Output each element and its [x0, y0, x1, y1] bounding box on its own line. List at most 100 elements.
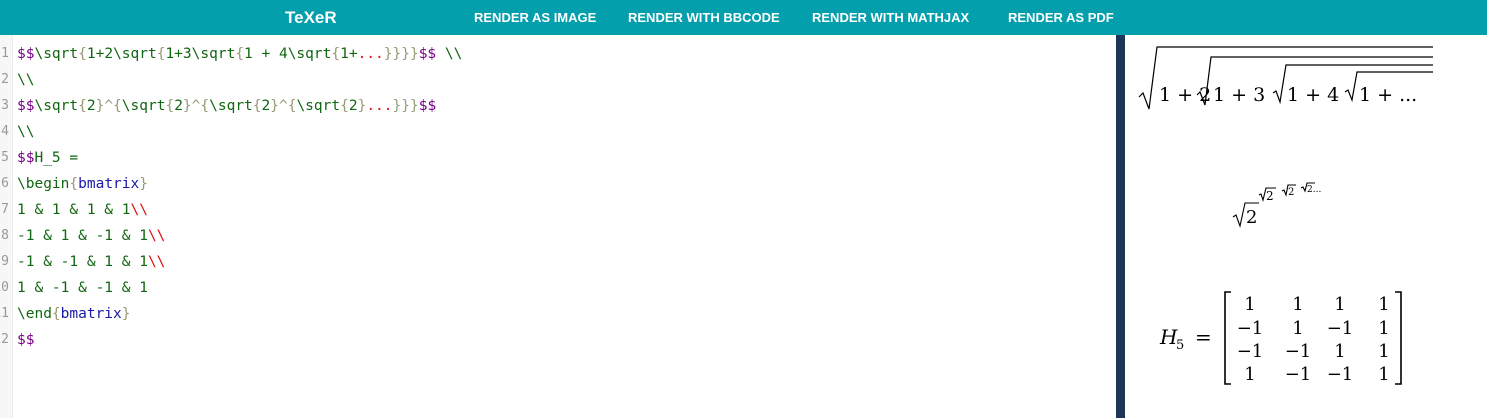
code-token: 1+2: [86, 46, 114, 62]
radicand-term-3: 1 + 4: [1287, 84, 1339, 106]
code-token: {: [331, 46, 341, 62]
code-line[interactable]: 12 $$: [0, 327, 1116, 353]
code-line[interactable]: 5 $$H_5 =: [0, 145, 1116, 171]
code-text: $$: [17, 327, 34, 353]
code-token: }^{: [270, 98, 297, 114]
matrix-cell: −1: [1285, 364, 1312, 385]
matrix-cell: 1: [1378, 318, 1389, 339]
matrix-cell: 1: [1244, 364, 1255, 385]
code-text: 1 & -1 & -1 & 1: [17, 275, 148, 301]
line-number: 10: [0, 280, 9, 295]
code-token: 1+: [340, 46, 358, 62]
code-token: \sqrt: [287, 46, 332, 62]
code-token: {: [78, 46, 87, 62]
code-token: $$: [17, 150, 35, 166]
pane-divider[interactable]: [1116, 35, 1125, 418]
line-number: 3: [1, 98, 9, 113]
code-token: 1 & 1 & 1 & 1: [17, 202, 131, 218]
code-line[interactable]: 11 \end{bmatrix}: [0, 301, 1116, 327]
line-number: 2: [1, 72, 9, 87]
code-token: {: [235, 46, 245, 62]
code-token: {: [51, 306, 61, 322]
code-text: $$H_5 =: [17, 145, 78, 171]
code-line[interactable]: 9 -1 & -1 & 1 & 1\\: [0, 249, 1116, 275]
render-with-bbcode-button[interactable]: RENDER WITH BBCODE: [628, 0, 780, 35]
tower-exponent-3: 2...: [1307, 185, 1321, 195]
code-text: $$\sqrt{1+2\sqrt{1+3\sqrt{1 + 4\sqrt{1+.…: [17, 41, 462, 67]
code-token: {: [340, 98, 349, 114]
code-token: 2: [86, 98, 96, 114]
render-as-pdf-button[interactable]: RENDER AS PDF: [1008, 0, 1114, 35]
code-line[interactable]: 2 \\: [0, 67, 1116, 93]
code-token: $$: [418, 98, 437, 114]
code-token: }^{: [182, 98, 210, 114]
code-line[interactable]: 6 \begin{bmatrix}: [0, 171, 1116, 197]
code-token: \sqrt: [296, 98, 341, 114]
code-text: \end{bmatrix}: [17, 301, 131, 327]
brand-logo[interactable]: TeXeR: [285, 0, 337, 35]
radicand-term-1: 1 + 2: [1159, 84, 1211, 106]
code-text: \\: [17, 67, 34, 93]
code-token: }: [357, 98, 367, 114]
matrix-cell: 1: [1334, 341, 1345, 362]
code-text: \\: [17, 119, 34, 145]
code-token: \end: [17, 306, 52, 322]
matrix-cell: 1: [1244, 294, 1255, 315]
code-line[interactable]: 7 1 & 1 & 1 & 1\\: [0, 197, 1116, 223]
code-token: 2: [174, 98, 183, 114]
line-number: 5: [1, 150, 9, 165]
matrix-cell: −1: [1237, 341, 1264, 362]
code-token: H_5 =: [34, 150, 79, 166]
code-token: -1 & 1 & -1 & 1: [17, 228, 148, 244]
code-token: \sqrt: [113, 46, 157, 62]
line-number: 7: [1, 202, 9, 217]
code-token: \\: [436, 46, 463, 62]
code-token: \sqrt: [34, 98, 79, 114]
code-token: $$: [17, 98, 35, 114]
code-text: \begin{bmatrix}: [17, 171, 148, 197]
matrix-cell: −1: [1327, 364, 1354, 385]
code-token: ...: [357, 46, 384, 62]
code-text: -1 & 1 & -1 & 1\\: [17, 223, 165, 249]
code-line[interactable]: 3 $$\sqrt{2}^{\sqrt{2}^{\sqrt{2}^{\sqrt{2…: [0, 93, 1116, 119]
code-token: 2: [261, 98, 271, 114]
code-token: 1+3: [165, 46, 192, 62]
matrix-cell: −1: [1285, 341, 1312, 362]
code-text: $$\sqrt{2}^{\sqrt{2}^{\sqrt{2}^{\sqrt{2}…: [17, 93, 436, 119]
render-as-image-button[interactable]: RENDER AS IMAGE: [474, 0, 596, 35]
line-number: 11: [0, 306, 9, 321]
code-token: 1 & -1 & -1 & 1: [17, 280, 148, 296]
code-token: 2: [348, 98, 358, 114]
line-number: 8: [1, 228, 9, 243]
code-token: \sqrt: [34, 46, 79, 62]
code-token: \\: [17, 72, 35, 88]
code-token: \\: [147, 254, 166, 270]
code-text: -1 & -1 & 1 & 1\\: [17, 249, 165, 275]
hadamard-matrix-equation: H 5 = 1 1 1 1−1 1 −1 1−1 −1 1 11 −1 −1 1: [1159, 291, 1402, 385]
radicand-term-4: 1 + ...: [1359, 84, 1417, 106]
power-tower-equation: 2 2 2 2...: [1232, 182, 1321, 228]
tower-base: 2: [1246, 207, 1257, 228]
line-number: 1: [1, 46, 9, 61]
code-line[interactable]: 10 1 & -1 & -1 & 1: [0, 275, 1116, 301]
line-number: 4: [1, 124, 9, 139]
code-line[interactable]: 8 -1 & 1 & -1 & 1\\: [0, 223, 1116, 249]
matrix-cell: 1: [1292, 294, 1303, 315]
code-token: {: [252, 98, 262, 114]
matrix-lhs-subscript: 5: [1176, 338, 1184, 353]
code-token: \begin: [17, 176, 70, 192]
code-token: $$: [17, 46, 35, 62]
code-token: \sqrt: [191, 46, 236, 62]
render-preview-pane: 1 + 2 1 + 3 1 + 4 1 + ... 2 2 2 2... H 5…: [1125, 35, 1487, 418]
code-line[interactable]: 1 $$\sqrt{1+2\sqrt{1+3\sqrt{1 + 4\sqrt{1+…: [0, 41, 1116, 67]
code-token: -1 & -1 & 1 & 1: [17, 254, 148, 270]
matrix-cell: 1: [1334, 294, 1345, 315]
render-with-mathjax-button[interactable]: RENDER WITH MATHJAX: [812, 0, 969, 35]
latex-code-editor[interactable]: 1 $$\sqrt{1+2\sqrt{1+3\sqrt{1 + 4\sqrt{1+…: [0, 35, 1116, 418]
code-text: 1 & 1 & 1 & 1\\: [17, 197, 148, 223]
matrix-cell: 1: [1378, 294, 1389, 315]
code-line[interactable]: 4 \\: [0, 119, 1116, 145]
code-token: bmatrix: [60, 306, 122, 322]
code-token: }}}}: [383, 46, 419, 62]
equals-sign: =: [1195, 325, 1212, 349]
